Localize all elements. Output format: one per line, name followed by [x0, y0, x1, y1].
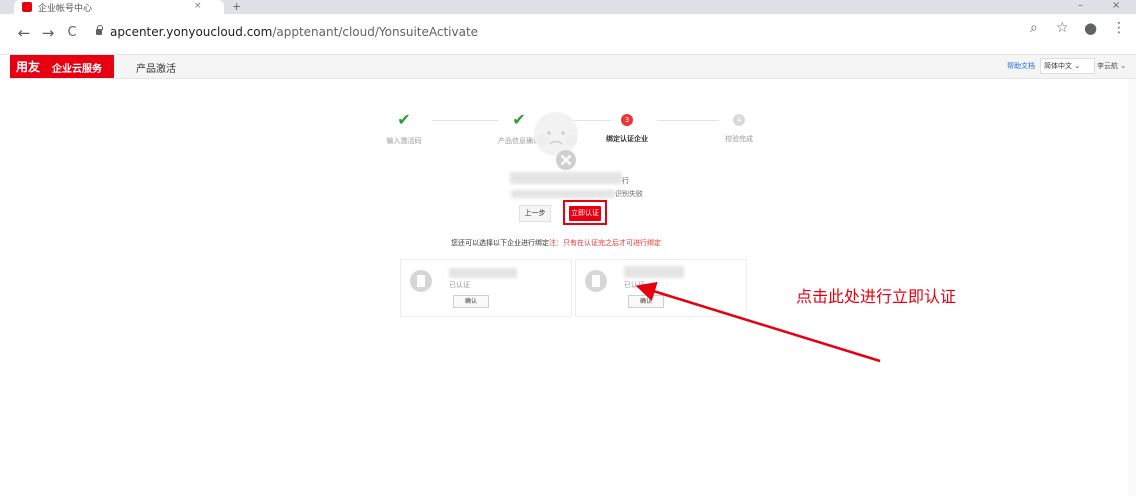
address-bar[interactable]: apcenter.yonyoucloud.com/apptenant/cloud… — [88, 20, 1128, 48]
step-label: 输入激活码 — [386, 137, 422, 145]
company-card[interactable]: 已认证 确认 — [400, 259, 572, 317]
profile-icon[interactable]: ● — [1084, 19, 1097, 37]
address-host: apcenter.yonyoucloud.com — [110, 25, 273, 39]
step-label: 绑定认证企业 — [606, 135, 648, 143]
menu-icon[interactable]: ⋮ — [1112, 20, 1126, 36]
step-number-future: 4 — [733, 114, 745, 126]
blurred-company-name — [449, 268, 517, 278]
annotation-text: 点击此处进行立即认证 — [796, 287, 957, 306]
step-3: 3 绑定认证企业 — [587, 112, 667, 144]
language-select[interactable]: 简体中文 ⌄ — [1040, 58, 1095, 74]
close-window-button[interactable]: × — [1112, 0, 1120, 11]
bookmark-star-icon[interactable]: ☆ — [1056, 20, 1069, 36]
zoom-icon[interactable]: ⌕ — [1030, 20, 1038, 36]
message-suffix: 行 — [622, 177, 629, 185]
browser-tab-strip: 企业帐号中心 × + – × — [0, 0, 1136, 14]
blurred-text — [510, 172, 622, 184]
user-menu[interactable]: 李云航 ⌄ — [1097, 61, 1126, 71]
minimize-button[interactable]: – — [1078, 0, 1083, 11]
brand-logo[interactable]: 用友 企业云服务 — [10, 55, 114, 78]
tab-favicon-icon — [22, 2, 32, 12]
highlight-box — [563, 200, 607, 225]
choose-note: 注：只有在认证完之后才可进行绑定 — [549, 239, 661, 247]
browser-tab[interactable]: 企业帐号中心 × — [14, 0, 224, 14]
app-title: 产品激活 — [136, 64, 176, 75]
prev-step-button[interactable]: 上一步 — [519, 205, 551, 222]
tab-close-icon[interactable]: × — [194, 1, 202, 11]
tab-title: 企业帐号中心 — [38, 4, 93, 14]
building-icon — [410, 270, 432, 292]
step-label: 校验完成 — [725, 135, 753, 143]
step-1: ✔ 输入激活码 — [364, 112, 444, 146]
language-value: 简体中文 — [1044, 62, 1072, 70]
company-status: 已认证 — [624, 281, 645, 289]
browser-toolbar: ← → C apcenter.yonyoucloud.com/apptenant… — [0, 14, 1136, 55]
reload-icon[interactable]: C — [64, 25, 80, 40]
help-docs-link[interactable]: 帮助文档 — [1007, 61, 1035, 71]
choose-text-main: 您还可以选择以下企业进行绑定 — [451, 239, 549, 247]
back-icon[interactable]: ← — [16, 24, 32, 42]
blurred-company-name — [624, 266, 684, 278]
new-tab-button[interactable]: + — [232, 0, 241, 13]
company-card[interactable]: 已认证 确认 — [575, 259, 747, 317]
choose-company-text: 您还可以选择以下企业进行绑定注：只有在认证完之后才可进行绑定 — [451, 238, 661, 248]
address-path: /apptenant/cloud/YonsuiteActivate — [272, 25, 479, 39]
logo-subtitle: 企业云服务 — [52, 64, 102, 75]
logo-brand: 用友 — [16, 60, 41, 74]
check-icon: ✔ — [397, 110, 411, 129]
step-4: 4 校验完成 — [699, 112, 779, 144]
sad-face-icon — [534, 112, 578, 170]
blurred-text — [511, 190, 615, 198]
check-icon: ✔ — [512, 110, 526, 129]
building-icon — [585, 270, 607, 292]
bind-company-button[interactable]: 确认 — [453, 295, 489, 308]
address-url[interactable]: apcenter.yonyoucloud.com/apptenant/cloud… — [110, 25, 478, 39]
lock-icon[interactable] — [96, 25, 103, 35]
company-status: 已认证 — [449, 281, 470, 289]
scrollbar[interactable] — [1128, 79, 1136, 496]
app-header: 用友 企业云服务 产品激活 帮助文档 简体中文 ⌄ 李云航 ⌄ — [10, 55, 1136, 79]
message-end: 识别失败 — [615, 190, 643, 198]
step-number-current: 3 — [621, 114, 633, 126]
bind-company-button[interactable]: 确认 — [628, 295, 664, 308]
forward-icon[interactable]: → — [40, 24, 56, 42]
user-name: 李云航 — [1097, 62, 1118, 70]
